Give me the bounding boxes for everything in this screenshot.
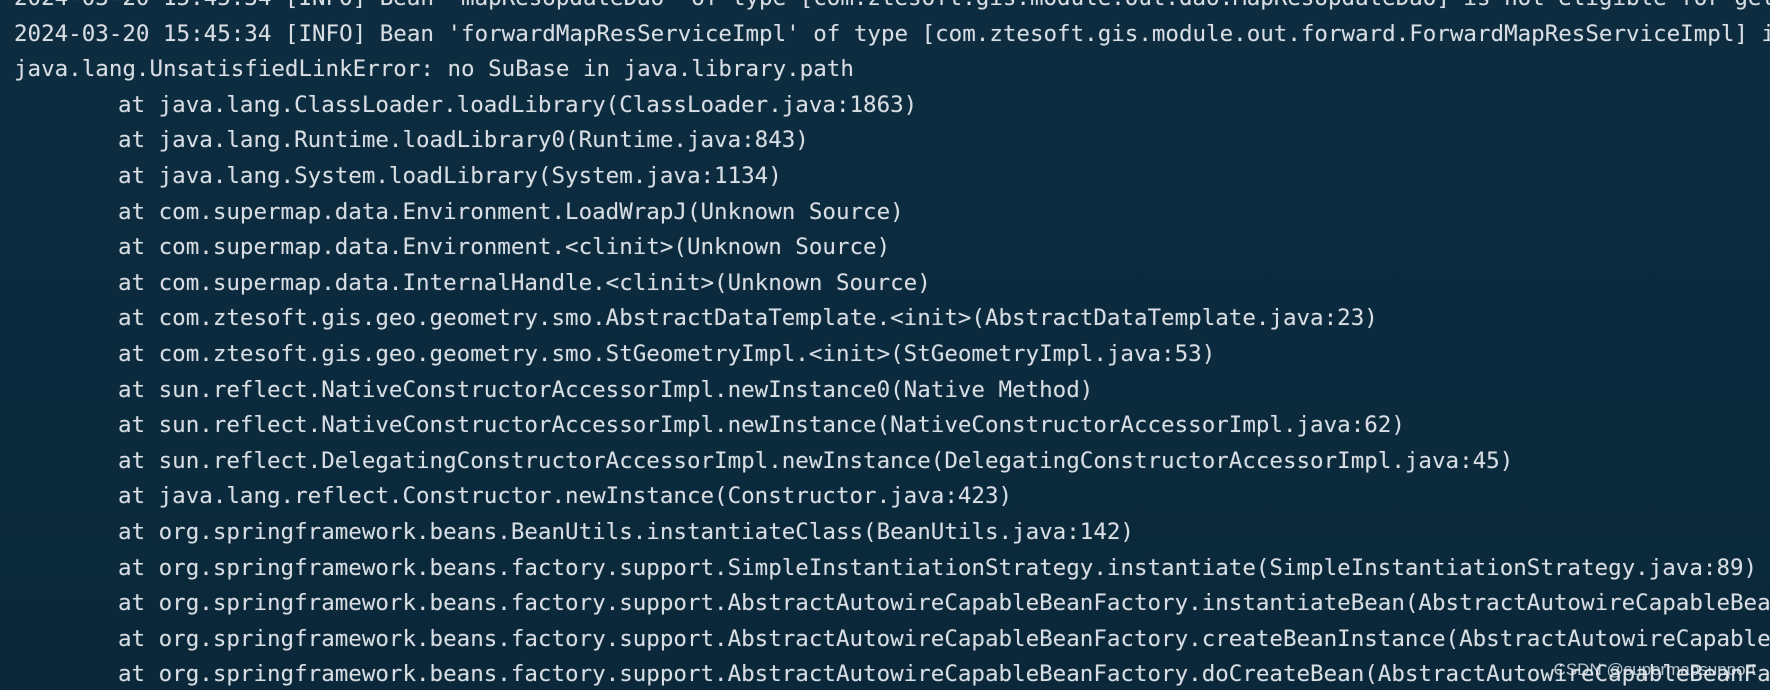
stack-frame: at java.lang.ClassLoader.loadLibrary(Cla… <box>118 91 918 118</box>
stack-frame: at com.ztesoft.gis.geo.geometry.smo.Abst… <box>118 305 1378 332</box>
log-lines: 2024-03-20 15:45:34 [INFO] Bean 'mapResU… <box>14 0 1770 690</box>
stack-frame: at java.lang.reflect.Constructor.newInst… <box>118 483 1013 510</box>
stack-frame: at org.springframework.beans.factory.sup… <box>118 590 1770 617</box>
stack-frame: at org.springframework.beans.BeanUtils.i… <box>118 518 1134 545</box>
console-output: 2024-03-20 15:45:34 [INFO] Bean 'mapResU… <box>0 0 1770 690</box>
stack-frame: at java.lang.System.loadLibrary(System.j… <box>118 162 782 189</box>
stack-frame: at com.ztesoft.gis.geo.geometry.smo.StGe… <box>118 340 1216 367</box>
stack-frame: at org.springframework.beans.factory.sup… <box>118 554 1758 581</box>
error-message-line: java.lang.UnsatisfiedLinkError: no SuBas… <box>14 56 854 83</box>
stack-frame: at com.supermap.data.Environment.<clinit… <box>118 234 891 261</box>
watermark: CSDN @supermapsupport <box>1553 660 1756 679</box>
stack-frame: at org.springframework.beans.factory.sup… <box>118 625 1770 652</box>
stack-frame: at java.lang.Runtime.loadLibrary0(Runtim… <box>118 127 809 154</box>
stack-frame: at com.supermap.data.InternalHandle.<cli… <box>118 269 931 296</box>
stack-frame: at sun.reflect.NativeConstructorAccessor… <box>118 412 1405 439</box>
stack-frame: at org.springframework.beans.factory.sup… <box>118 661 1770 688</box>
stack-frame: at sun.reflect.NativeConstructorAccessor… <box>118 376 1094 403</box>
log-info-line: 2024-03-20 15:45:34 [INFO] Bean 'forward… <box>14 20 1770 47</box>
stack-frame: at com.supermap.data.Environment.LoadWra… <box>118 198 904 225</box>
log-info-line: 2024-03-20 15:45:34 [INFO] Bean 'mapResU… <box>14 0 1770 17</box>
stack-frame: at sun.reflect.DelegatingConstructorAcce… <box>118 447 1514 474</box>
